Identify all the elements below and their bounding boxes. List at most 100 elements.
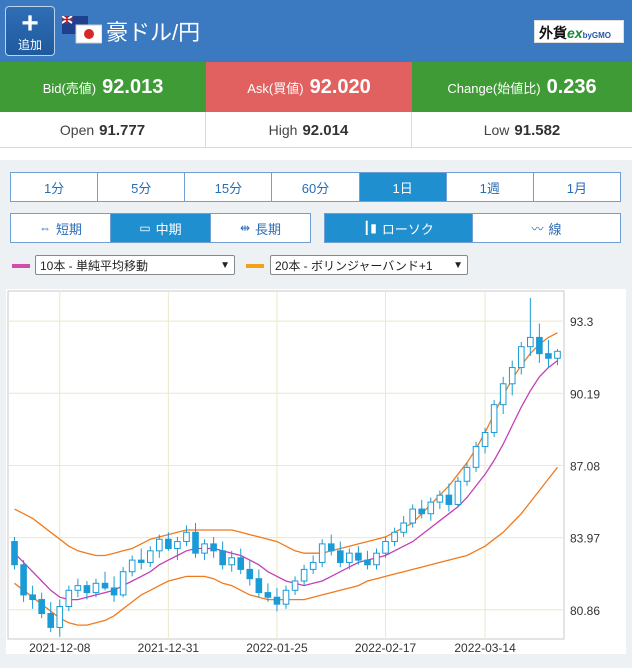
timeframe-tab[interactable]: 15分 bbox=[185, 172, 273, 202]
add-button-label: 追加 bbox=[17, 38, 42, 52]
candle-body bbox=[554, 350, 561, 359]
candle-body bbox=[463, 466, 471, 482]
candle-body bbox=[174, 541, 181, 550]
candle-body bbox=[56, 606, 64, 628]
candle-body bbox=[47, 612, 55, 628]
term-tabs: ⇔ 短期 ▭ 中期 ⇹ 長期 bbox=[10, 213, 311, 243]
bb-indicator-select[interactable]: 20本 - ボリンジャーバンド+1 ▼ bbox=[270, 255, 468, 275]
term-short-button[interactable]: ⇔ 短期 bbox=[10, 213, 111, 243]
candle-body bbox=[255, 578, 263, 594]
candle-body bbox=[210, 543, 217, 552]
timeframe-tab[interactable]: 1月 bbox=[533, 172, 621, 202]
candle-body bbox=[29, 594, 36, 601]
timeframe-tab[interactable]: 1分 bbox=[10, 172, 99, 202]
long-term-icon: ⇹ bbox=[239, 221, 251, 235]
x-tick-label: 2022-01-25 bbox=[246, 641, 308, 654]
candle-body bbox=[74, 585, 82, 591]
ma-indicator-select[interactable]: 10本 - 単純平均移動 ▼ bbox=[35, 255, 235, 275]
x-tick-label: 2021-12-08 bbox=[29, 641, 91, 654]
candle-body bbox=[20, 564, 27, 596]
candle-body bbox=[436, 494, 444, 503]
plus-icon: + bbox=[21, 7, 39, 40]
candle-body bbox=[445, 494, 453, 505]
candle-body bbox=[355, 552, 362, 561]
candle-body bbox=[499, 383, 507, 406]
candle-body bbox=[83, 585, 91, 594]
bid-value: 92.013 bbox=[102, 75, 164, 98]
chart-style-tabs: ┃▮ ローソク 〰線 bbox=[324, 213, 621, 243]
candle-body bbox=[192, 531, 199, 554]
candle-body bbox=[282, 589, 290, 605]
candle-body bbox=[65, 589, 73, 608]
candle-body bbox=[156, 538, 163, 552]
candle-body bbox=[508, 367, 516, 385]
candle-body bbox=[300, 568, 308, 582]
y-tick-label: 80.86 bbox=[570, 604, 600, 618]
candle-body bbox=[346, 552, 353, 563]
timeframe-tab[interactable]: 60分 bbox=[272, 172, 360, 202]
price-chart[interactable]: 93.3 90.19 87.08 83.97 80.86 2021-12-08 2021-1… bbox=[6, 289, 626, 655]
candle-body bbox=[38, 599, 45, 614]
candle-body bbox=[137, 559, 145, 563]
candle-body bbox=[481, 432, 489, 447]
open-stat: Open 91.777 bbox=[0, 112, 206, 148]
indicator-row: 10本 - 単純平均移動 ▼ 20本 - ボリンジャーバンド+1 ▼ bbox=[10, 254, 621, 276]
chevron-down-icon: ▼ bbox=[220, 259, 230, 271]
candle-body bbox=[400, 522, 407, 533]
candle-body bbox=[246, 568, 254, 580]
term-mid-button[interactable]: ▭ 中期 bbox=[111, 213, 211, 243]
candle-body bbox=[454, 480, 462, 505]
brand-logo: 外貨exbyGMO bbox=[534, 20, 624, 43]
candle-body bbox=[373, 552, 380, 566]
candle-body bbox=[427, 501, 435, 515]
aud-jpy-flag-icon: ✦ bbox=[62, 16, 102, 44]
candle-body bbox=[273, 596, 281, 605]
candle-body bbox=[336, 550, 344, 563]
candle-body bbox=[165, 538, 172, 550]
candle-body bbox=[318, 543, 326, 563]
candle-body bbox=[228, 557, 236, 566]
candle-body bbox=[110, 587, 118, 596]
y-tick-label: 87.08 bbox=[570, 459, 600, 473]
change-quote: Change(始値比) 0.236 bbox=[412, 62, 632, 112]
timeframe-tab[interactable]: 1週 bbox=[446, 172, 534, 202]
candle-body bbox=[472, 445, 480, 468]
candle-body bbox=[327, 543, 335, 552]
candle-body bbox=[183, 531, 190, 543]
candle-body bbox=[391, 531, 398, 543]
add-button[interactable]: + 追加 bbox=[5, 6, 55, 56]
short-term-icon: ⇔ bbox=[38, 221, 51, 235]
x-tick-label: 2022-02-17 bbox=[355, 641, 417, 654]
candle-body bbox=[418, 508, 426, 515]
candle-body bbox=[237, 557, 245, 570]
ask-quote: Ask(買値) 92.020 bbox=[206, 62, 412, 112]
ohl-row: Open 91.777 High 92.014 Low 91.582 bbox=[0, 112, 632, 148]
candle-body bbox=[11, 541, 18, 566]
change-value: 0.236 bbox=[546, 75, 597, 98]
term-long-button[interactable]: ⇹ 長期 bbox=[211, 213, 311, 243]
candle-body bbox=[517, 346, 525, 369]
candle-body bbox=[309, 561, 317, 570]
candle-body bbox=[264, 592, 272, 598]
candlestick-icon: ┃▮ bbox=[363, 221, 377, 235]
quote-row: Bid(売値) 92.013 Ask(買値) 92.020 Change(始値比… bbox=[0, 62, 632, 112]
candle-body bbox=[490, 404, 498, 434]
candlestick-button[interactable]: ┃▮ ローソク bbox=[324, 213, 473, 243]
candle-body bbox=[364, 559, 371, 566]
candle-body bbox=[146, 550, 154, 563]
timeframe-tab[interactable]: 1日 bbox=[359, 172, 447, 202]
timeframe-tab[interactable]: 5分 bbox=[98, 172, 186, 202]
chevron-down-icon: ▼ bbox=[453, 259, 463, 271]
bb-color-swatch bbox=[246, 264, 264, 268]
line-chart-button[interactable]: 〰線 bbox=[473, 213, 621, 243]
currency-pair-title: 豪ドル/円 bbox=[106, 20, 201, 45]
line-chart-icon: 〰 bbox=[531, 221, 544, 236]
candle-body bbox=[128, 559, 136, 573]
candle-body bbox=[291, 580, 299, 591]
y-tick-label: 90.19 bbox=[570, 387, 600, 401]
y-tick-label: 93.3 bbox=[570, 315, 594, 329]
x-tick-label: 2022-03-14 bbox=[454, 641, 516, 654]
candle-body bbox=[536, 336, 543, 355]
timeframe-tabs: 1分 5分 15分 60分 1日 1週 1月 bbox=[10, 172, 621, 202]
candle-body bbox=[101, 582, 109, 589]
